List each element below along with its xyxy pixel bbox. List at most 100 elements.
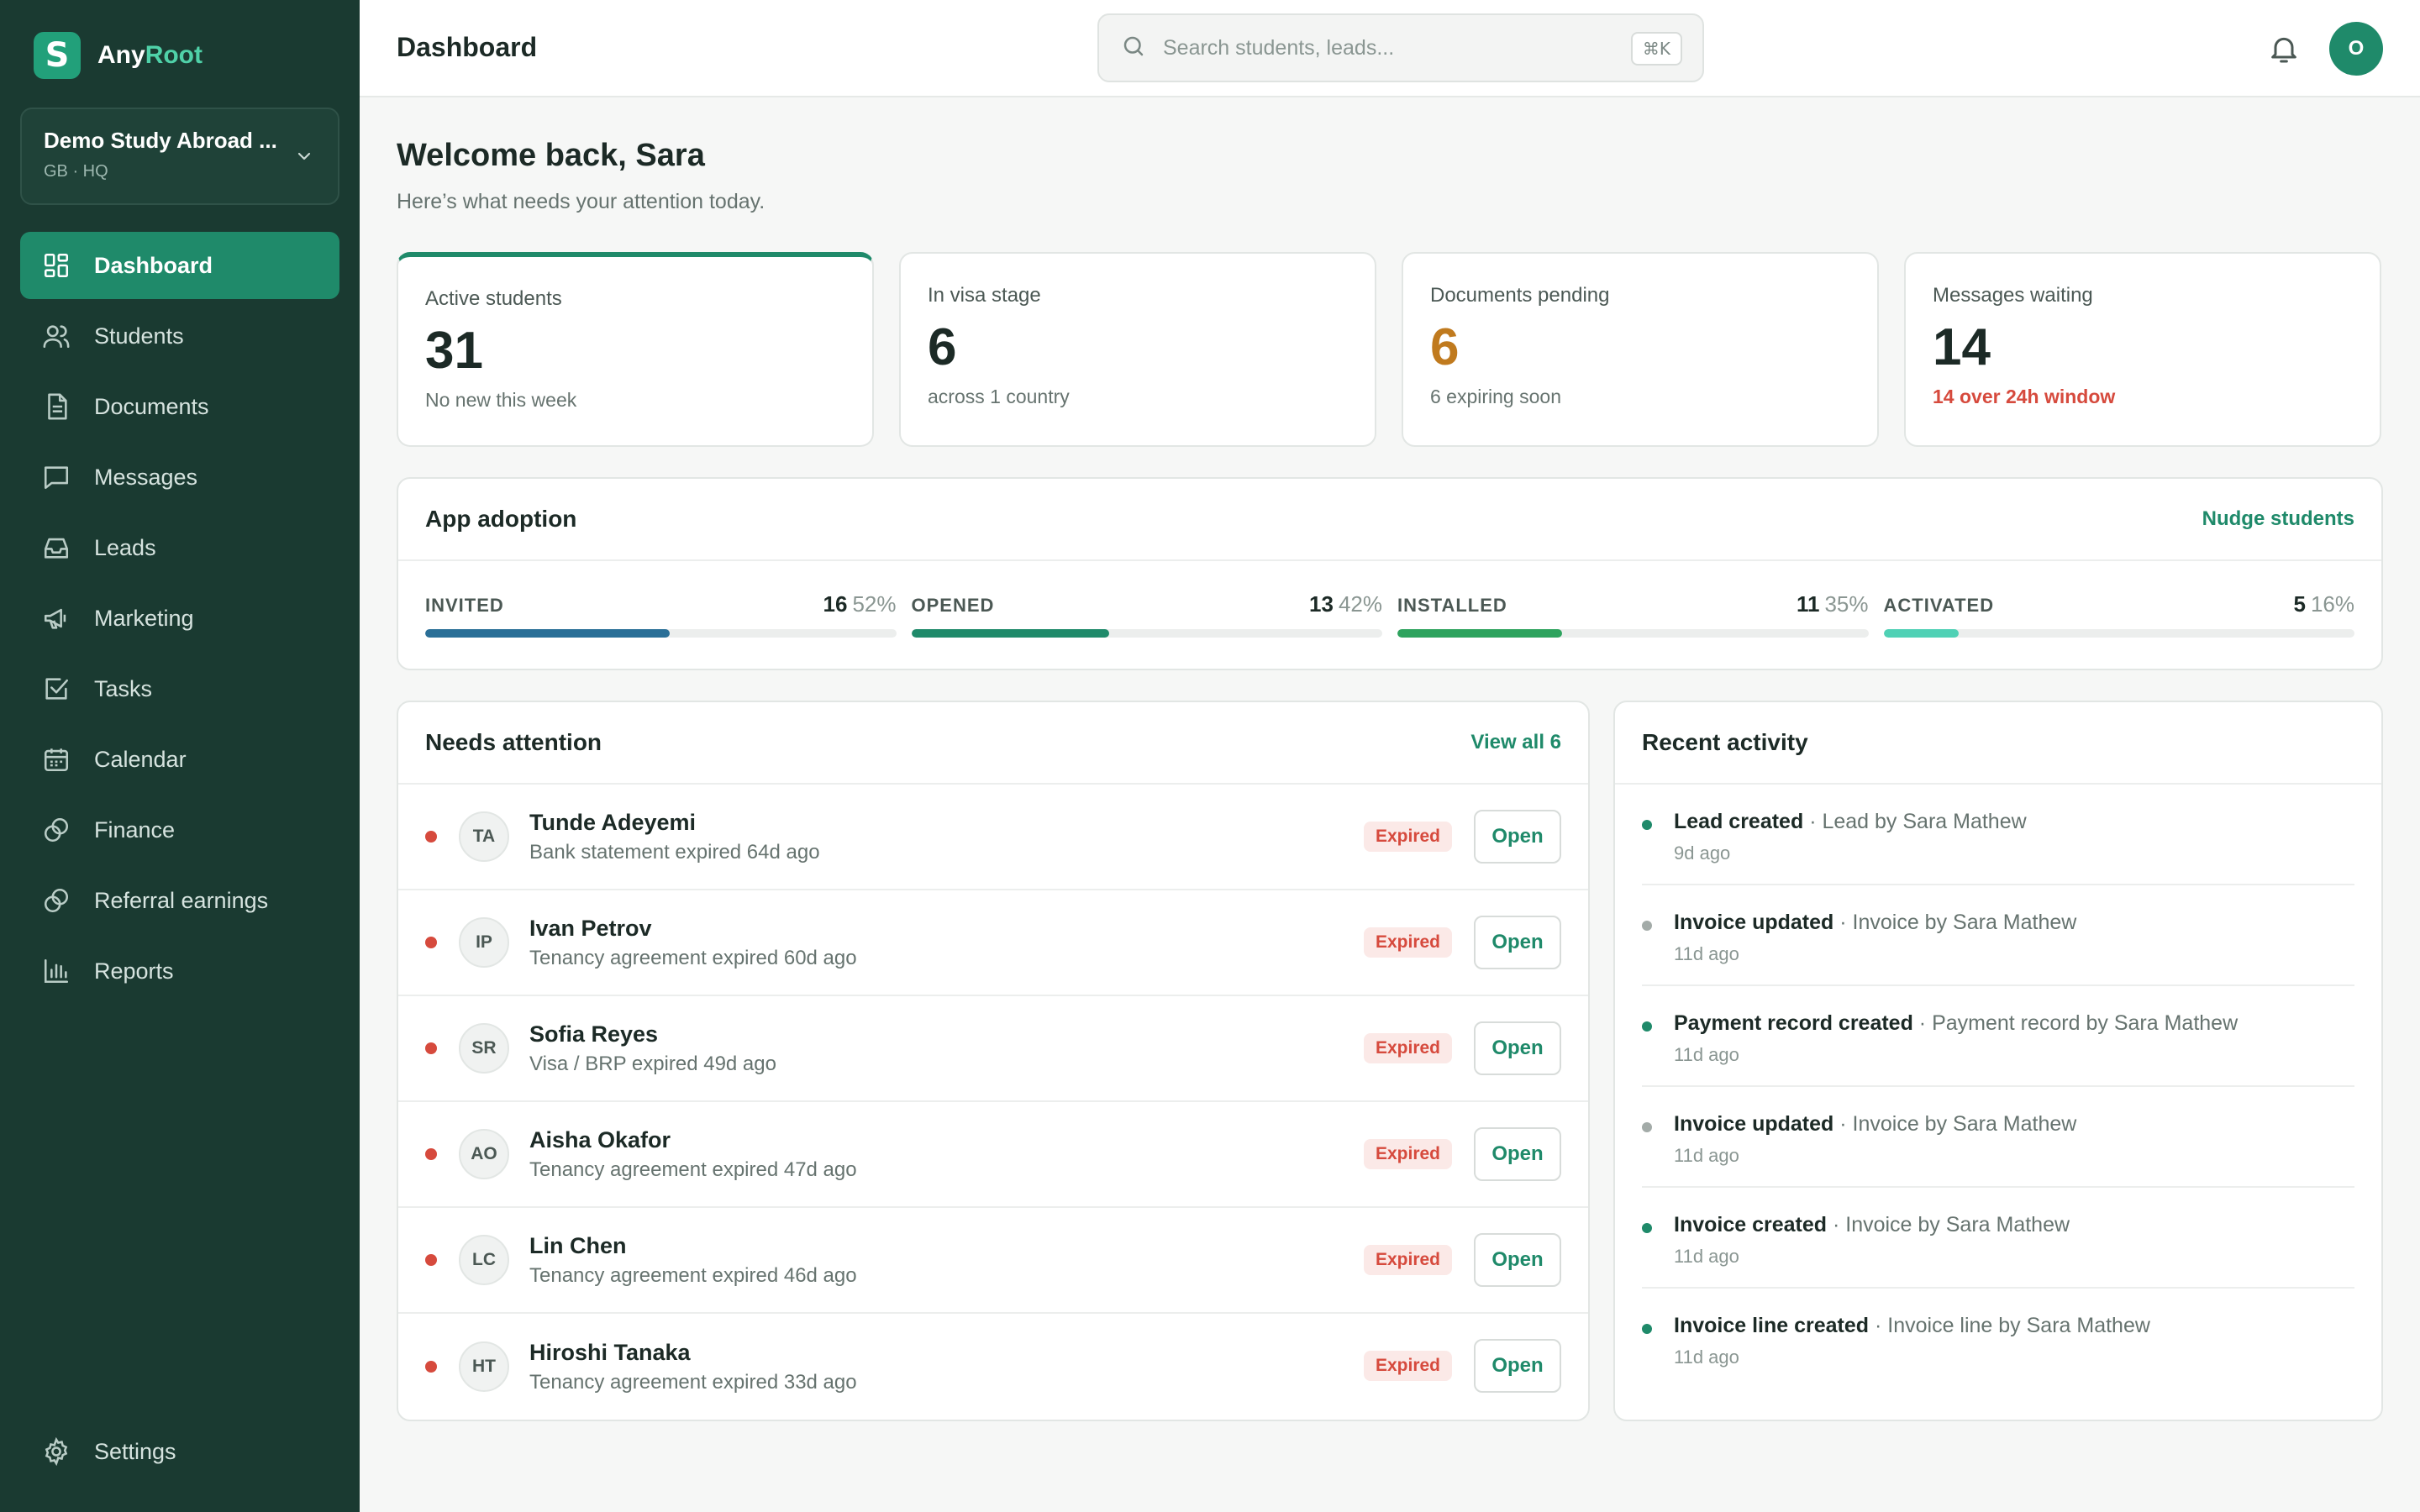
issue-detail: Tenancy agreement expired 46d ago bbox=[529, 1263, 857, 1287]
card-title: App adoption bbox=[425, 506, 577, 532]
issue-detail: Tenancy agreement expired 33d ago bbox=[529, 1370, 857, 1394]
activity-title: Lead created bbox=[1674, 810, 1804, 833]
org-switcher[interactable]: Demo Study Abroad ... GB · HQ bbox=[20, 108, 339, 205]
activity-title: Invoice created bbox=[1674, 1213, 1828, 1236]
stat-subtext: 6 expiring soon bbox=[1430, 386, 1561, 407]
megaphone-icon bbox=[42, 604, 71, 633]
progress-fill bbox=[425, 629, 671, 638]
open-button[interactable]: Open bbox=[1474, 810, 1561, 864]
search-shortcut: ⌘K bbox=[1630, 32, 1682, 66]
open-button[interactable]: Open bbox=[1474, 1233, 1561, 1287]
adoption-stage-activated: ACTIVATED 5 16% bbox=[1883, 591, 2354, 638]
activity-description: · Lead by Sara Mathew bbox=[1803, 810, 2027, 833]
activity-description: · Invoice by Sara Mathew bbox=[1827, 1213, 2070, 1236]
sidebar-item-referral-earnings[interactable]: Referral earnings bbox=[20, 867, 339, 934]
brand-name-part: Any bbox=[97, 41, 145, 69]
progress-fill bbox=[911, 629, 1109, 638]
avatar: IP bbox=[459, 917, 509, 968]
status-badge: Expired bbox=[1363, 1139, 1452, 1169]
sidebar: S AnyRoot Demo Study Abroad ... GB · HQ … bbox=[0, 0, 360, 1512]
needs-attention-card: Needs attention View all 6 TA Tunde Adey… bbox=[397, 701, 1590, 1421]
activity-time: 9d ago bbox=[1674, 843, 1731, 864]
card-header: Recent activity bbox=[1615, 702, 2381, 785]
stage-percent: 52% bbox=[852, 591, 897, 617]
progress-bar bbox=[911, 629, 1382, 638]
avatar: TA bbox=[459, 811, 509, 862]
open-button[interactable]: Open bbox=[1474, 1127, 1561, 1181]
sidebar-item-dashboard[interactable]: Dashboard bbox=[20, 232, 339, 299]
issue-detail: Tenancy agreement expired 47d ago bbox=[529, 1158, 857, 1181]
issue-detail: Tenancy agreement expired 60d ago bbox=[529, 946, 857, 969]
list-item: LC Lin Chen Tenancy agreement expired 46d… bbox=[398, 1208, 1588, 1314]
search-icon bbox=[1121, 34, 1146, 63]
open-button[interactable]: Open bbox=[1474, 916, 1561, 969]
bell-icon[interactable] bbox=[2267, 32, 2301, 66]
stat-subtext: 14 over 24h window bbox=[1933, 386, 2116, 407]
activity-item: Invoice created · Invoice by Sara Mathew… bbox=[1642, 1188, 2354, 1289]
activity-time: 11d ago bbox=[1674, 1347, 1739, 1368]
stat-label: Active students bbox=[425, 287, 562, 310]
status-dot bbox=[425, 1148, 437, 1160]
avatar: SR bbox=[459, 1023, 509, 1074]
stat-card-active-students[interactable]: Active students 31 No new this week bbox=[397, 252, 874, 447]
stage-count: 16 bbox=[823, 591, 848, 617]
status-dot bbox=[425, 831, 437, 843]
stat-value: 6 bbox=[1430, 318, 1460, 376]
student-name: Lin Chen bbox=[529, 1232, 627, 1258]
nudge-students-link[interactable]: Nudge students bbox=[2202, 507, 2354, 531]
sidebar-item-documents[interactable]: Documents bbox=[20, 373, 339, 440]
sidebar-item-reports[interactable]: Reports bbox=[20, 937, 339, 1005]
adoption-stage-opened: OPENED 13 42% bbox=[911, 591, 1382, 638]
activity-description: · Invoice line by Sara Mathew bbox=[1869, 1314, 2150, 1337]
view-all-link[interactable]: View all 6 bbox=[1470, 731, 1561, 754]
status-badge: Expired bbox=[1363, 1245, 1452, 1275]
status-dot bbox=[425, 1042, 437, 1054]
grid-icon bbox=[42, 251, 71, 280]
search-input[interactable] bbox=[1163, 35, 1600, 60]
status-badge: Expired bbox=[1363, 822, 1452, 852]
sidebar-item-label: Leads bbox=[94, 534, 156, 560]
stat-subtext: No new this week bbox=[425, 389, 577, 411]
gear-icon bbox=[42, 1437, 71, 1466]
stat-card-messages-waiting[interactable]: Messages waiting 14 14 over 24h window bbox=[1904, 252, 2381, 447]
stat-value: 14 bbox=[1933, 318, 1991, 376]
stat-card-visa-stage[interactable]: In visa stage 6 across 1 country bbox=[899, 252, 1376, 447]
welcome-subtitle: Here’s what needs your attention today. bbox=[397, 190, 765, 213]
card-header: App adoption Nudge students bbox=[398, 479, 2381, 561]
stage-percent: 42% bbox=[1338, 591, 1382, 617]
progress-fill bbox=[1397, 629, 1563, 638]
sidebar-item-settings[interactable]: Settings bbox=[20, 1418, 339, 1485]
search-bar[interactable]: ⌘K bbox=[1097, 13, 1704, 82]
stat-card-documents-pending[interactable]: Documents pending 6 6 expiring soon bbox=[1402, 252, 1879, 447]
sidebar-item-label: Reports bbox=[94, 958, 174, 984]
stage-label: ACTIVATED bbox=[1883, 595, 1995, 616]
activity-time: 11d ago bbox=[1674, 943, 1739, 964]
activity-dot bbox=[1642, 820, 1652, 830]
activity-title: Invoice updated bbox=[1674, 911, 1834, 934]
coins-icon bbox=[42, 886, 71, 915]
sidebar-item-students[interactable]: Students bbox=[20, 302, 339, 370]
sidebar-item-calendar[interactable]: Calendar bbox=[20, 726, 339, 793]
open-button[interactable]: Open bbox=[1474, 1021, 1561, 1075]
open-button[interactable]: Open bbox=[1474, 1339, 1561, 1393]
student-name: Aisha Okafor bbox=[529, 1126, 671, 1152]
student-name: Ivan Petrov bbox=[529, 915, 652, 941]
sidebar-item-leads[interactable]: Leads bbox=[20, 514, 339, 581]
sidebar-item-messages[interactable]: Messages bbox=[20, 444, 339, 511]
activity-item: Lead created · Lead by Sara Mathew 9d ago bbox=[1642, 785, 2354, 885]
bar-chart-icon bbox=[42, 957, 71, 985]
coins-icon bbox=[42, 816, 71, 844]
user-avatar[interactable]: O bbox=[2329, 22, 2383, 76]
brand[interactable]: S AnyRoot bbox=[34, 32, 203, 79]
sidebar-item-marketing[interactable]: Marketing bbox=[20, 585, 339, 652]
progress-bar bbox=[1883, 629, 2354, 638]
stat-value: 31 bbox=[425, 322, 483, 380]
sidebar-item-label: Marketing bbox=[94, 605, 194, 631]
status-dot bbox=[425, 1254, 437, 1266]
sidebar-item-finance[interactable]: Finance bbox=[20, 796, 339, 864]
sidebar-item-tasks[interactable]: Tasks bbox=[20, 655, 339, 722]
adoption-stage-installed: INSTALLED 11 35% bbox=[1397, 591, 1869, 638]
attention-list: TA Tunde Adeyemi Bank statement expired 6… bbox=[398, 785, 1588, 1420]
stage-label: INVITED bbox=[425, 595, 504, 616]
brand-logo: S bbox=[34, 32, 81, 79]
